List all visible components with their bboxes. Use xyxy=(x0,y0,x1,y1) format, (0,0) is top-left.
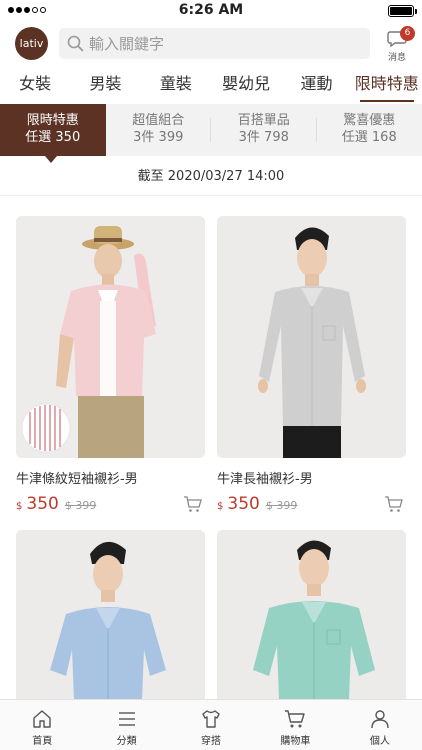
search-input[interactable] xyxy=(89,28,359,59)
subtab-title: 驚喜優惠 xyxy=(343,113,396,128)
status-bar: 6:26 AM xyxy=(0,0,422,22)
product-image[interactable] xyxy=(16,216,205,458)
subtab-value-combo[interactable]: 超值組合 3件 399 xyxy=(106,104,211,156)
subtab-price: 3件 399 xyxy=(133,130,184,145)
nav-profile[interactable]: 個人 xyxy=(338,700,422,750)
currency-symbol: $ xyxy=(217,501,224,512)
subtab-title: 百搭單品 xyxy=(237,113,290,128)
currency-symbol: $ xyxy=(16,501,23,512)
nav-label: 穿搭 xyxy=(201,736,222,747)
tab-sports[interactable]: 運動 xyxy=(281,66,351,104)
subtab-surprise[interactable]: 驚喜優惠 任選 168 xyxy=(317,104,422,156)
subtab-title: 超值組合 xyxy=(132,113,185,128)
nav-cart[interactable]: 購物車 xyxy=(253,700,337,750)
home-icon xyxy=(33,710,51,728)
offer-subtabs: 限時特惠 任選 350 超值組合 3件 399 百搭單品 3件 798 驚喜優惠… xyxy=(0,104,422,163)
nav-label: 首頁 xyxy=(32,736,53,747)
product-card[interactable]: 牛津長袖襯衫-男 $350 $ 399 xyxy=(217,216,406,516)
battery-icon xyxy=(388,5,417,17)
subtab-price: 3件 798 xyxy=(238,130,289,145)
messages-button[interactable]: 6 消息 xyxy=(381,26,415,63)
original-price: $ 399 xyxy=(265,499,298,512)
search-icon xyxy=(67,35,84,52)
tab-women[interactable]: 女裝 xyxy=(0,66,70,104)
model-photo-blue-shirt xyxy=(16,530,205,700)
bottom-navigation: 首頁 分類 穿搭 購物車 個人 xyxy=(0,699,422,750)
product-name[interactable]: 牛津長袖襯衫-男 xyxy=(217,468,406,487)
offer-deadline: 截至 2020/03/27 14:00 xyxy=(0,158,422,196)
header: lativ 6 消息 xyxy=(0,22,422,66)
tab-baby[interactable]: 嬰幼兒 xyxy=(211,66,281,104)
add-to-cart-icon[interactable] xyxy=(384,495,404,513)
cart-icon xyxy=(285,710,306,728)
subtab-title: 限時特惠 xyxy=(26,113,79,128)
category-tabs: 女裝 男裝 童裝 嬰幼兒 運動 限時特惠 xyxy=(0,66,422,104)
nav-outfits[interactable]: 穿搭 xyxy=(169,700,253,750)
sale-price: 350 xyxy=(26,494,59,514)
search-bar[interactable] xyxy=(59,28,370,59)
subtab-limited[interactable]: 限時特惠 任選 350 xyxy=(0,104,106,163)
tab-men[interactable]: 男裝 xyxy=(70,66,140,104)
nav-label: 分類 xyxy=(116,736,137,747)
product-card[interactable] xyxy=(217,530,406,700)
product-image[interactable] xyxy=(16,530,205,700)
nav-categories[interactable]: 分類 xyxy=(84,700,168,750)
messages-label: 消息 xyxy=(387,53,406,63)
add-to-cart-icon[interactable] xyxy=(183,495,203,513)
model-photo-grey-shirt xyxy=(217,216,406,458)
tab-limited-offer[interactable]: 限時特惠 xyxy=(352,66,422,104)
nav-home[interactable]: 首頁 xyxy=(0,700,84,750)
message-count-badge: 6 xyxy=(400,26,415,41)
tab-kids[interactable]: 童裝 xyxy=(141,66,211,104)
subtab-basics[interactable]: 百搭單品 3件 798 xyxy=(211,104,317,156)
shirt-icon xyxy=(202,710,220,728)
product-image[interactable] xyxy=(217,216,406,458)
person-icon xyxy=(371,710,389,729)
subtab-price: 任選 168 xyxy=(341,130,397,145)
product-name[interactable]: 牛津條紋短袖襯衫-男 xyxy=(16,468,205,487)
nav-label: 個人 xyxy=(369,736,390,747)
product-card[interactable]: 牛津條紋短袖襯衫-男 $350 $ 399 xyxy=(16,216,205,516)
logo[interactable]: lativ xyxy=(15,27,48,60)
model-photo-mint-shirt xyxy=(217,530,406,700)
product-image[interactable] xyxy=(217,530,406,700)
original-price: $ 399 xyxy=(64,499,97,512)
sale-price: 350 xyxy=(227,494,260,514)
product-card[interactable] xyxy=(16,530,205,700)
menu-icon xyxy=(118,712,135,726)
subtab-price: 任選 350 xyxy=(25,130,81,145)
model-photo-striped-shirt xyxy=(16,216,205,458)
nav-label: 購物車 xyxy=(280,736,311,747)
status-time: 6:26 AM xyxy=(178,2,244,18)
price-row: $350 $ 399 xyxy=(217,494,406,516)
price-row: $350 $ 399 xyxy=(16,494,205,516)
